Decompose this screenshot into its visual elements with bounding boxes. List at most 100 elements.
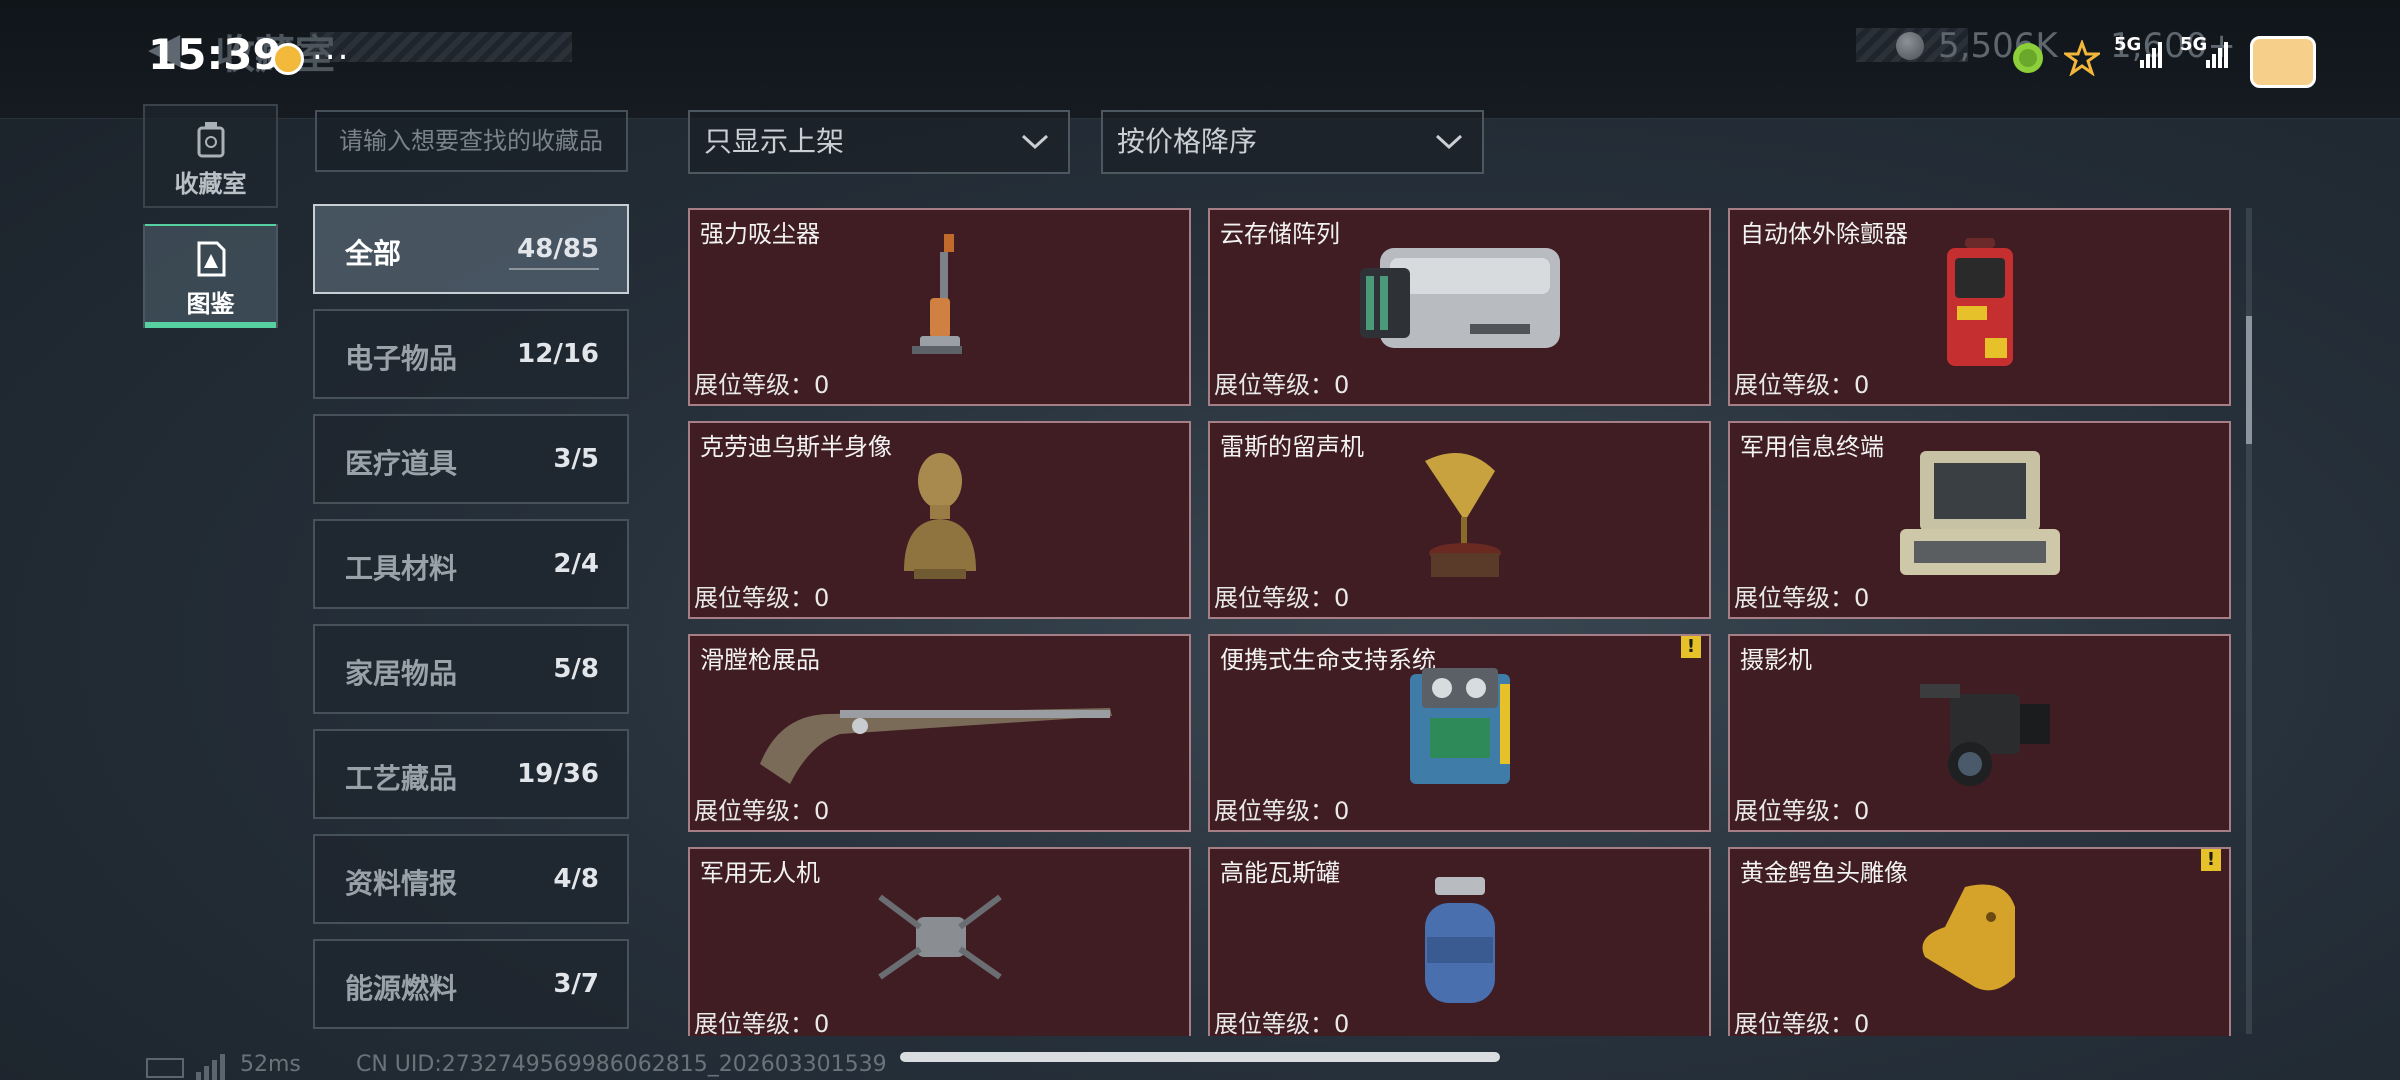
active-tab-indicator — [145, 322, 276, 328]
home-indicator[interactable] — [900, 1052, 1500, 1062]
nav-tab-label: 收藏室 — [174, 170, 247, 198]
category-count: 2/4 — [553, 549, 599, 579]
level-value: 0 — [1854, 797, 1870, 825]
notification-icon — [272, 43, 304, 75]
category-intel[interactable]: 资料情报 4/8 — [313, 834, 629, 924]
item-name: 军用无人机 — [700, 859, 820, 887]
storage-array-icon — [1359, 248, 1560, 348]
category-count: 48/85 — [517, 234, 599, 264]
level-value: 0 — [814, 584, 830, 612]
grid-scrollbar-thumb[interactable] — [2246, 316, 2252, 444]
category-household[interactable]: 家居物品 5/8 — [313, 624, 629, 714]
warning-badge: ! — [1681, 636, 1701, 658]
item-card-camera[interactable]: 摄影机 展位等级：0 — [1728, 634, 2231, 832]
bust-statue-icon — [903, 453, 976, 579]
category-name: 工艺藏品 — [345, 762, 458, 795]
category-name: 全部 — [345, 237, 402, 270]
level-value: 0 — [1854, 371, 1870, 399]
level-value: 0 — [1334, 371, 1350, 399]
sort-value: 按价格降序 — [1117, 125, 1258, 158]
item-name: 自动体外除颤器 — [1740, 220, 1908, 248]
listing-filter-dropdown[interactable]: 只显示上架 — [688, 110, 1070, 174]
device-battery-icon — [146, 1058, 184, 1078]
item-name: 黄金鳄鱼头雕像 — [1740, 859, 1908, 887]
item-card-gas-tank[interactable]: 高能瓦斯罐 展位等级：0 — [1208, 847, 1711, 1036]
level-label: 展位等级： — [1214, 371, 1334, 399]
level-label: 展位等级： — [1734, 584, 1854, 612]
gas-tank-icon — [1424, 877, 1495, 1003]
category-name: 医疗道具 — [345, 447, 458, 480]
item-grid: 强力吸尘器 展位等级：0 云存储阵列 展位等级：0 自动体外除颤器 展位等级：0… — [688, 208, 2233, 1036]
gramophone-icon — [1424, 453, 1501, 577]
category-name: 资料情报 — [345, 867, 458, 900]
camera-icon — [1919, 684, 2050, 786]
item-card-defibrillator[interactable]: 自动体外除颤器 展位等级：0 — [1728, 208, 2231, 406]
clock-app-icon — [2013, 43, 2043, 73]
item-name: 云存储阵列 — [1220, 220, 1340, 248]
item-card-vacuum[interactable]: 强力吸尘器 展位等级：0 — [688, 208, 1191, 406]
level-value: 0 — [1334, 797, 1350, 825]
category-tools[interactable]: 工具材料 2/4 — [313, 519, 629, 609]
ping-latency: 52ms — [240, 1052, 301, 1077]
category-energy[interactable]: 能源燃料 3/7 — [313, 939, 629, 1029]
category-name: 家居物品 — [345, 657, 458, 690]
search-input[interactable]: 请输入想要查找的收藏品 — [315, 110, 628, 172]
battery-icon — [2250, 36, 2316, 88]
item-name: 高能瓦斯罐 — [1220, 859, 1340, 887]
player-uid: CN UID:2732749569986062815_202603301539 — [356, 1052, 887, 1077]
nav-tab-catalog[interactable]: 图鉴 — [143, 224, 278, 328]
military-terminal-icon — [1899, 451, 2060, 575]
signal-strength-2-icon — [2206, 42, 2228, 68]
active-tab-top-line — [145, 224, 276, 226]
category-crafts[interactable]: 工艺藏品 19/36 — [313, 729, 629, 819]
level-value: 0 — [1854, 1010, 1870, 1036]
count-underline — [509, 268, 599, 270]
vacuum-cleaner-icon — [911, 234, 962, 354]
star-app-icon — [2064, 40, 2100, 76]
connection-signal-icon — [196, 1054, 225, 1080]
item-card-bust[interactable]: 克劳迪乌斯半身像 展位等级：0 — [688, 421, 1191, 619]
drone-icon — [877, 894, 1002, 980]
category-count: 19/36 — [517, 759, 599, 789]
more-notifications: ... — [312, 28, 351, 68]
item-card-gramophone[interactable]: 雷斯的留声机 展位等级：0 — [1208, 421, 1711, 619]
level-value: 0 — [1854, 584, 1870, 612]
category-count: 5/8 — [553, 654, 599, 684]
warning-badge: ! — [2201, 849, 2221, 871]
chevron-down-icon — [1435, 134, 1463, 150]
item-card-life-support[interactable]: 便携式生命支持系统 ! 展位等级：0 — [1208, 634, 1711, 832]
level-value: 0 — [814, 797, 830, 825]
item-name: 雷斯的留声机 — [1220, 433, 1364, 461]
item-card-storage-array[interactable]: 云存储阵列 展位等级：0 — [1208, 208, 1711, 406]
level-label: 展位等级： — [1734, 1010, 1854, 1036]
signal-strength-1-icon — [2140, 42, 2162, 68]
defibrillator-icon — [1946, 238, 2013, 366]
level-label: 展位等级： — [1734, 371, 1854, 399]
category-name: 工具材料 — [345, 552, 458, 585]
level-value: 0 — [1334, 1010, 1350, 1036]
gold-crocodile-icon — [1922, 884, 2015, 991]
trash-icon — [197, 122, 224, 158]
level-label: 展位等级： — [694, 584, 814, 612]
level-label: 展位等级： — [1214, 797, 1334, 825]
item-card-military-terminal[interactable]: 军用信息终端 展位等级：0 — [1728, 421, 2231, 619]
category-name: 电子物品 — [345, 342, 458, 375]
listing-filter-value: 只显示上架 — [704, 125, 845, 158]
category-electronics[interactable]: 电子物品 12/16 — [313, 309, 629, 399]
item-name: 军用信息终端 — [1740, 433, 1884, 461]
sort-dropdown[interactable]: 按价格降序 — [1101, 110, 1484, 174]
network-type-2: 5G — [2180, 34, 2208, 55]
nav-tab-collection-room[interactable]: 收藏室 — [143, 104, 278, 208]
level-label: 展位等级： — [694, 1010, 814, 1036]
category-medical[interactable]: 医疗道具 3/5 — [313, 414, 629, 504]
item-card-gold-crocodile[interactable]: 黄金鳄鱼头雕像 ! 展位等级：0 — [1728, 847, 2231, 1036]
item-card-drone[interactable]: 军用无人机 展位等级：0 — [688, 847, 1191, 1036]
level-value: 0 — [814, 1010, 830, 1036]
category-all[interactable]: 全部 48/85 — [313, 204, 629, 294]
nav-tab-label: 图鉴 — [186, 290, 235, 318]
category-count: 4/8 — [553, 864, 599, 894]
network-type-1: 5G — [2114, 34, 2142, 55]
item-card-musket[interactable]: 滑膛枪展品 展位等级：0 — [688, 634, 1191, 832]
level-label: 展位等级： — [1214, 1010, 1334, 1036]
category-count: 3/7 — [553, 969, 599, 999]
